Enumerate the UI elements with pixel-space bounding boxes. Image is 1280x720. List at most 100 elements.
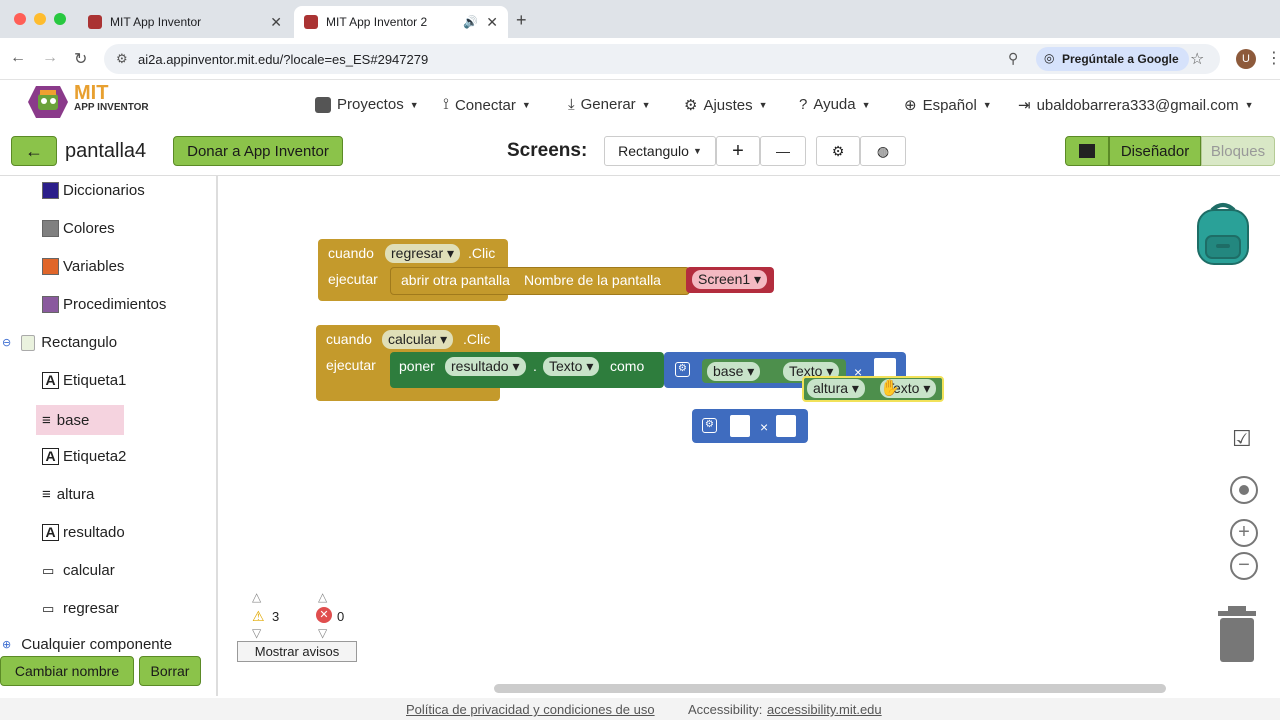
- palette-item-colores[interactable]: Colores: [42, 220, 115, 237]
- bookmark-star-icon[interactable]: ☆: [1190, 49, 1204, 69]
- menu-label: Ajustes: [703, 96, 753, 114]
- layout-toggle-button[interactable]: [1065, 136, 1109, 166]
- error-icon: ✕: [316, 607, 332, 623]
- help-icon: ?: [799, 96, 808, 113]
- new-tab-icon[interactable]: +: [516, 10, 527, 31]
- designer-button[interactable]: Diseñador: [1109, 136, 1201, 166]
- globe-icon: ◍: [876, 142, 890, 159]
- project-properties-button[interactable]: ⚙: [816, 136, 860, 166]
- menu-generar[interactable]: ⤓ Generar ▼: [568, 96, 651, 113]
- remove-screen-button[interactable]: —: [760, 136, 806, 166]
- close-tab-icon[interactable]: ✕: [270, 14, 282, 31]
- screen-select[interactable]: Rectangulo ▼: [604, 136, 716, 166]
- errors-up-arrow[interactable]: △: [318, 590, 327, 604]
- tree-item-resultado[interactable]: Aresultado: [42, 524, 125, 541]
- color-swatch: [42, 296, 59, 313]
- browser-tabstrip: MIT App Inventor ✕ MIT App Inventor 2 🔊 …: [0, 0, 1280, 38]
- add-screen-button[interactable]: +: [716, 136, 760, 166]
- component-dropdown[interactable]: altura ▾: [807, 379, 865, 398]
- empty-socket[interactable]: [776, 415, 796, 437]
- palette-label: Colores: [63, 220, 115, 237]
- url-field[interactable]: ⚙ ai2a.appinventor.mit.edu/?locale=es_ES…: [104, 44, 1220, 74]
- tree-item-etiqueta1[interactable]: A Etiqueta1: [42, 372, 126, 389]
- back-icon[interactable]: ←: [10, 49, 26, 67]
- palette-item-variables[interactable]: Variables: [42, 258, 124, 275]
- tree-item-base[interactable]: ≡ base: [36, 405, 124, 435]
- browser-menu-icon[interactable]: ⋮: [1266, 48, 1280, 68]
- mutator-gear-icon[interactable]: ⚙: [702, 418, 717, 433]
- blocks-button[interactable]: Bloques: [1201, 136, 1275, 166]
- errors-down-arrow[interactable]: ▽: [318, 626, 327, 640]
- collapse-icon[interactable]: ⊖: [2, 336, 11, 349]
- app-inventor-logo[interactable]: [26, 84, 70, 120]
- site-info-icon[interactable]: ⚙: [116, 51, 128, 67]
- screen-icon: [21, 334, 36, 351]
- menu-account[interactable]: ⇥ ubaldobarrera333@gmail.com ▼: [1018, 96, 1254, 115]
- menu-conectar[interactable]: ⟟ Conectar ▼: [443, 96, 531, 114]
- back-button[interactable]: ←: [11, 136, 57, 166]
- dropdown-value: altura: [813, 380, 849, 396]
- block-text: ejecutar: [326, 357, 376, 373]
- component-dropdown[interactable]: calcular ▾: [382, 330, 454, 349]
- tree-item-regresar[interactable]: ▭ regresar: [42, 600, 119, 617]
- empty-socket[interactable]: [730, 415, 750, 437]
- component-dropdown[interactable]: regresar ▾: [385, 244, 461, 263]
- expand-icon[interactable]: ⊕: [2, 638, 11, 651]
- workspace-horizontal-scrollbar[interactable]: [494, 684, 1166, 693]
- browser-tab-1[interactable]: MIT App Inventor ✕: [78, 6, 292, 38]
- minimize-window-icon[interactable]: [34, 13, 46, 25]
- speaker-icon[interactable]: 🔊: [463, 15, 478, 29]
- menu-proyectos[interactable]: Proyectos ▼: [315, 96, 419, 113]
- tree-item-calcular[interactable]: ▭ calcular: [42, 562, 115, 579]
- privacy-link[interactable]: Política de privacidad y condiciones de …: [406, 702, 655, 717]
- screen-dropdown[interactable]: Screen1 ▾: [692, 270, 768, 289]
- palette-label: Variables: [63, 258, 125, 275]
- caret-down-icon: ▼: [982, 100, 992, 110]
- menu-language[interactable]: ⊕ Español ▼: [904, 96, 992, 115]
- publish-button[interactable]: ◍: [860, 136, 906, 166]
- menu-ajustes[interactable]: ⚙ Ajustes ▼: [684, 96, 768, 115]
- trash-icon[interactable]: [1218, 606, 1256, 662]
- tree-any-component[interactable]: ⊕ Cualquier componente: [2, 636, 172, 653]
- warnings-down-arrow[interactable]: ▽: [252, 626, 261, 640]
- block-text: cuando: [328, 245, 374, 261]
- checkbox-toggle-icon[interactable]: ☑: [1232, 426, 1252, 452]
- delete-button[interactable]: Borrar: [139, 656, 201, 686]
- app-inventor-favicon: [88, 15, 102, 29]
- forward-icon[interactable]: →: [42, 49, 58, 67]
- zoom-in-icon[interactable]: +: [1230, 519, 1258, 547]
- block-text: .Clic: [468, 245, 496, 261]
- show-warnings-button[interactable]: Mostrar avisos: [237, 641, 357, 662]
- warnings-up-arrow[interactable]: △: [252, 590, 261, 604]
- palette-item-diccionarios[interactable]: Diccionarios: [42, 182, 145, 199]
- accessibility-link[interactable]: accessibility.mit.edu: [767, 702, 882, 717]
- palette-item-procedimientos[interactable]: Procedimientos: [42, 296, 166, 313]
- ask-google-button[interactable]: ◎ Pregúntale a Google: [1036, 47, 1189, 71]
- reload-icon[interactable]: ↻: [74, 49, 87, 69]
- backpack-icon[interactable]: [1192, 202, 1254, 266]
- recenter-icon[interactable]: [1230, 476, 1258, 504]
- tree-item-altura[interactable]: ≡ altura: [42, 486, 94, 503]
- component-dropdown[interactable]: resultado ▾: [445, 357, 526, 376]
- tree-screen-rectangulo[interactable]: ⊖ Rectangulo: [2, 334, 117, 351]
- donate-button[interactable]: Donar a App Inventor: [173, 136, 343, 166]
- close-tab-icon[interactable]: ✕: [486, 14, 498, 31]
- menu-label: Español: [922, 96, 977, 114]
- menu-ayuda[interactable]: ? Ayuda ▼: [799, 96, 871, 113]
- maximize-window-icon[interactable]: [54, 13, 66, 25]
- blocks-workspace[interactable]: cuando regresar ▾ .Clic ejecutar abrir o…: [220, 176, 1280, 696]
- component-dropdown[interactable]: base ▾: [707, 362, 761, 381]
- close-window-icon[interactable]: [14, 13, 26, 25]
- profile-avatar[interactable]: U: [1236, 49, 1256, 69]
- app-header: MIT APP INVENTOR Proyectos ▼ ⟟ Conectar ▼ ⤓…: [0, 80, 1280, 132]
- property-dropdown[interactable]: Texto ▾: [543, 357, 600, 376]
- rename-button[interactable]: Cambiar nombre: [0, 656, 134, 686]
- logout-icon: ⇥: [1018, 97, 1031, 114]
- zoom-out-icon[interactable]: −: [1230, 552, 1258, 580]
- tree-item-etiqueta2[interactable]: A Etiqueta2: [42, 448, 126, 465]
- mutator-gear-icon[interactable]: ⚙: [675, 362, 690, 377]
- caret-down-icon: ▼: [692, 146, 702, 156]
- zoom-icon[interactable]: ⚲: [1008, 50, 1018, 67]
- errors-count: 0: [337, 609, 345, 624]
- browser-tab-2[interactable]: MIT App Inventor 2 🔊 ✕: [294, 6, 508, 38]
